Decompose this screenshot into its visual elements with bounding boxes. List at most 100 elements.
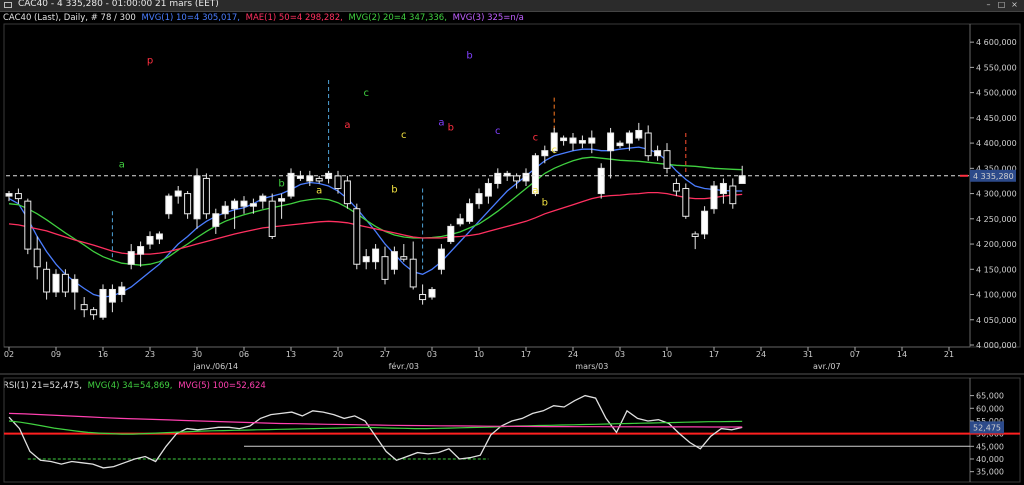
price-tick-label: 4 150,000 [976,265,1017,274]
candle-body [343,180,351,205]
wave-label: c [363,88,369,99]
x-tick-label: 09 [51,350,61,359]
wave-label: b [466,50,472,61]
current-price-label: 4 335,280 [973,172,1014,181]
candle-body [522,172,530,182]
x-tick-label: 14 [897,350,907,359]
rsi-tick-label: 65,000 [976,392,1004,401]
price-panel-frame [3,23,1021,348]
candle-body [569,137,577,144]
candle-body [400,256,408,260]
x-tick-label: 10 [474,350,484,359]
candle-body [80,304,88,311]
wave-label: a [344,120,350,131]
rsi-series-line [8,420,743,435]
wave-label: b [542,198,548,209]
wave-label: a [119,159,125,170]
wave-label: b [448,122,454,133]
candle-body [484,182,492,197]
candle-body [654,150,662,157]
x-tick-label: 16 [98,350,108,359]
candle-body [193,175,201,220]
candle-body [212,213,220,227]
candle-body [296,175,304,179]
candle-body [14,193,22,200]
candle-body [560,137,568,142]
candle-body [701,210,709,235]
x-tick-label: 27 [380,350,390,359]
x-tick-label: 06 [239,350,249,359]
wave-label: a [438,117,444,128]
rsi-tick-label: 40,000 [976,455,1004,464]
candle-body [146,235,154,245]
x-tick-label: 10 [662,350,672,359]
wave-label: c [401,130,407,141]
wave-label: a [316,186,322,197]
candle-body [43,268,51,293]
candle-body [682,188,690,217]
candle-body [578,140,586,144]
x-tick-label: 31 [803,350,813,359]
month-label: févr./03 [389,361,419,371]
wave-label: c [533,133,539,144]
wave-label: c [495,126,501,137]
candle-body [155,233,163,240]
price-tick-label: 4 100,000 [976,291,1017,300]
candle-body [672,182,680,192]
candle-body [381,256,389,280]
candle-body [24,200,32,250]
candle-body [249,203,257,207]
price-tick-label: 4 300,000 [976,190,1017,199]
x-tick-label: 21 [944,350,954,359]
rsi-value-label: 52,475 [973,423,1001,432]
x-tick-label: 24 [568,350,578,359]
candle-body [118,286,126,296]
chart-canvas[interactable]: 4 000,000 4 050,000 4 100,000 4 150,000 4 20… [0,0,1024,485]
month-label: avr./07 [813,362,841,371]
candle-body [240,200,248,207]
candle-body [719,182,727,195]
candle-body [165,195,173,215]
candle-body [137,246,145,255]
candle-body [372,248,380,263]
rsi-series-line [8,412,743,428]
candle-body [409,258,417,288]
candle-body [738,175,746,184]
candle-body [390,251,398,270]
candle-body [61,273,69,293]
candle-body [456,218,464,225]
x-tick-label: 24 [756,350,766,359]
candle-body [437,248,445,270]
candle-body [729,185,737,205]
candle-body [90,309,98,316]
candle-body [174,190,182,197]
candle-body [616,142,624,147]
candle-body [494,172,502,184]
rsi-tick-label: 60,000 [976,404,1004,413]
candle-body [259,195,267,202]
rsi-tick-label: 45,000 [976,442,1004,451]
candle-body [466,203,474,222]
rsi-series-line [8,394,743,469]
month-label: janv./06/14 [192,362,238,371]
candle-body [588,137,596,144]
x-tick-label: 03 [615,350,625,359]
price-tick-label: 4 000,000 [976,341,1017,350]
candle-body [635,129,643,139]
wave-label: a [532,186,538,197]
candle-body [625,132,633,144]
candle-body [71,278,79,293]
candle-body [447,225,455,243]
wave-label: b [391,185,397,196]
price-tick-label: 4 250,000 [976,215,1017,224]
candle-body [306,175,314,182]
candle-body [127,251,135,265]
candle-body [513,175,521,182]
wave-label: b [278,179,284,190]
rsi-panel-frame [3,377,1021,483]
candle-body [268,200,276,237]
price-tick-label: 4 600,000 [976,38,1017,47]
candle-body [52,273,60,293]
wave-label: p [147,55,153,66]
candle-body [663,150,671,169]
